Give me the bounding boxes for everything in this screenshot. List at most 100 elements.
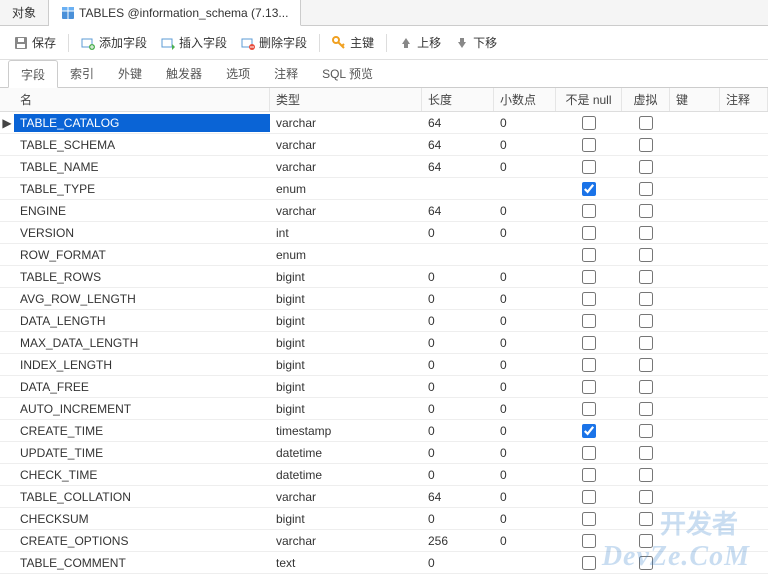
field-name-cell[interactable]: TABLE_CATALOG — [14, 114, 270, 132]
field-length-cell[interactable]: 64 — [422, 114, 494, 132]
not-null-checkbox[interactable] — [582, 226, 596, 240]
sub-tab-comments[interactable]: 注释 — [262, 60, 310, 87]
not-null-checkbox[interactable] — [582, 512, 596, 526]
virtual-checkbox[interactable] — [639, 424, 653, 438]
field-length-cell[interactable]: 0 — [422, 510, 494, 528]
virtual-checkbox[interactable] — [639, 468, 653, 482]
virtual-checkbox[interactable] — [639, 204, 653, 218]
field-key-cell[interactable] — [670, 495, 720, 499]
field-length-cell[interactable]: 0 — [422, 268, 494, 286]
field-key-cell[interactable] — [670, 209, 720, 213]
insert-field-button[interactable]: 插入字段 — [155, 31, 233, 54]
field-decimals-cell[interactable]: 0 — [494, 444, 556, 462]
header-comment[interactable]: 注释 — [720, 88, 768, 111]
field-decimals-cell[interactable]: 0 — [494, 510, 556, 528]
field-type-cell[interactable]: varchar — [270, 488, 422, 506]
field-name-cell[interactable]: TABLE_TYPE — [14, 180, 270, 198]
table-row[interactable]: CHECKSUMbigint00 — [0, 508, 768, 530]
table-row[interactable]: MAX_DATA_LENGTHbigint00 — [0, 332, 768, 354]
field-type-cell[interactable]: enum — [270, 180, 422, 198]
field-name-cell[interactable]: CREATE_OPTIONS — [14, 532, 270, 550]
field-type-cell[interactable]: bigint — [270, 510, 422, 528]
virtual-checkbox[interactable] — [639, 380, 653, 394]
add-field-button[interactable]: 添加字段 — [75, 31, 153, 54]
field-type-cell[interactable]: bigint — [270, 268, 422, 286]
table-row[interactable]: CHECK_TIMEdatetime00 — [0, 464, 768, 486]
table-row[interactable]: DATA_FREEbigint00 — [0, 376, 768, 398]
field-comment-cell[interactable] — [720, 121, 768, 125]
field-decimals-cell[interactable]: 0 — [494, 158, 556, 176]
field-length-cell[interactable]: 0 — [422, 554, 494, 572]
table-row[interactable]: INDEX_LENGTHbigint00 — [0, 354, 768, 376]
field-type-cell[interactable]: timestamp — [270, 422, 422, 440]
field-decimals-cell[interactable]: 0 — [494, 114, 556, 132]
field-type-cell[interactable]: varchar — [270, 532, 422, 550]
sub-tab-options[interactable]: 选项 — [214, 60, 262, 87]
field-comment-cell[interactable] — [720, 143, 768, 147]
field-name-cell[interactable]: CHECKSUM — [14, 510, 270, 528]
field-length-cell[interactable]: 64 — [422, 202, 494, 220]
field-key-cell[interactable] — [670, 143, 720, 147]
field-decimals-cell[interactable] — [494, 561, 556, 565]
table-row[interactable]: TABLE_SCHEMAvarchar640 — [0, 134, 768, 156]
not-null-checkbox[interactable] — [582, 138, 596, 152]
field-name-cell[interactable]: TABLE_ROWS — [14, 268, 270, 286]
field-name-cell[interactable]: TABLE_COMMENT — [14, 554, 270, 572]
sub-tab-fields[interactable]: 字段 — [8, 60, 58, 88]
field-type-cell[interactable]: text — [270, 554, 422, 572]
save-button[interactable]: 保存 — [8, 31, 62, 54]
field-comment-cell[interactable] — [720, 539, 768, 543]
field-name-cell[interactable]: AVG_ROW_LENGTH — [14, 290, 270, 308]
not-null-checkbox[interactable] — [582, 182, 596, 196]
not-null-checkbox[interactable] — [582, 116, 596, 130]
field-decimals-cell[interactable]: 0 — [494, 268, 556, 286]
field-type-cell[interactable]: bigint — [270, 400, 422, 418]
sub-tab-sql-preview[interactable]: SQL 预览 — [310, 60, 385, 87]
field-comment-cell[interactable] — [720, 407, 768, 411]
field-length-cell[interactable] — [422, 253, 494, 257]
field-name-cell[interactable]: ENGINE — [14, 202, 270, 220]
field-name-cell[interactable]: TABLE_SCHEMA — [14, 136, 270, 154]
field-comment-cell[interactable] — [720, 473, 768, 477]
header-key[interactable]: 键 — [670, 88, 720, 111]
not-null-checkbox[interactable] — [582, 424, 596, 438]
not-null-checkbox[interactable] — [582, 336, 596, 350]
field-length-cell[interactable]: 256 — [422, 532, 494, 550]
virtual-checkbox[interactable] — [639, 292, 653, 306]
field-decimals-cell[interactable]: 0 — [494, 202, 556, 220]
field-decimals-cell[interactable]: 0 — [494, 312, 556, 330]
header-virtual[interactable]: 虚拟 — [622, 88, 670, 111]
field-key-cell[interactable] — [670, 253, 720, 257]
field-key-cell[interactable] — [670, 121, 720, 125]
field-comment-cell[interactable] — [720, 429, 768, 433]
field-comment-cell[interactable] — [720, 209, 768, 213]
field-decimals-cell[interactable]: 0 — [494, 356, 556, 374]
field-type-cell[interactable]: int — [270, 224, 422, 242]
field-length-cell[interactable]: 0 — [422, 224, 494, 242]
field-name-cell[interactable]: INDEX_LENGTH — [14, 356, 270, 374]
table-row[interactable]: UPDATE_TIMEdatetime00 — [0, 442, 768, 464]
field-key-cell[interactable] — [670, 363, 720, 367]
field-decimals-cell[interactable]: 0 — [494, 224, 556, 242]
field-decimals-cell[interactable]: 0 — [494, 378, 556, 396]
virtual-checkbox[interactable] — [639, 336, 653, 350]
field-type-cell[interactable]: datetime — [270, 466, 422, 484]
field-type-cell[interactable]: bigint — [270, 312, 422, 330]
header-length[interactable]: 长度 — [422, 88, 494, 111]
field-name-cell[interactable]: DATA_FREE — [14, 378, 270, 396]
virtual-checkbox[interactable] — [639, 534, 653, 548]
field-type-cell[interactable]: varchar — [270, 202, 422, 220]
table-row[interactable]: ▶TABLE_CATALOGvarchar640 — [0, 112, 768, 134]
field-comment-cell[interactable] — [720, 187, 768, 191]
header-decimals[interactable]: 小数点 — [494, 88, 556, 111]
virtual-checkbox[interactable] — [639, 248, 653, 262]
field-key-cell[interactable] — [670, 275, 720, 279]
move-up-button[interactable]: 上移 — [393, 31, 447, 54]
field-length-cell[interactable]: 0 — [422, 422, 494, 440]
field-type-cell[interactable]: datetime — [270, 444, 422, 462]
field-type-cell[interactable]: varchar — [270, 114, 422, 132]
table-row[interactable]: AVG_ROW_LENGTHbigint00 — [0, 288, 768, 310]
not-null-checkbox[interactable] — [582, 402, 596, 416]
field-decimals-cell[interactable] — [494, 253, 556, 257]
field-key-cell[interactable] — [670, 407, 720, 411]
